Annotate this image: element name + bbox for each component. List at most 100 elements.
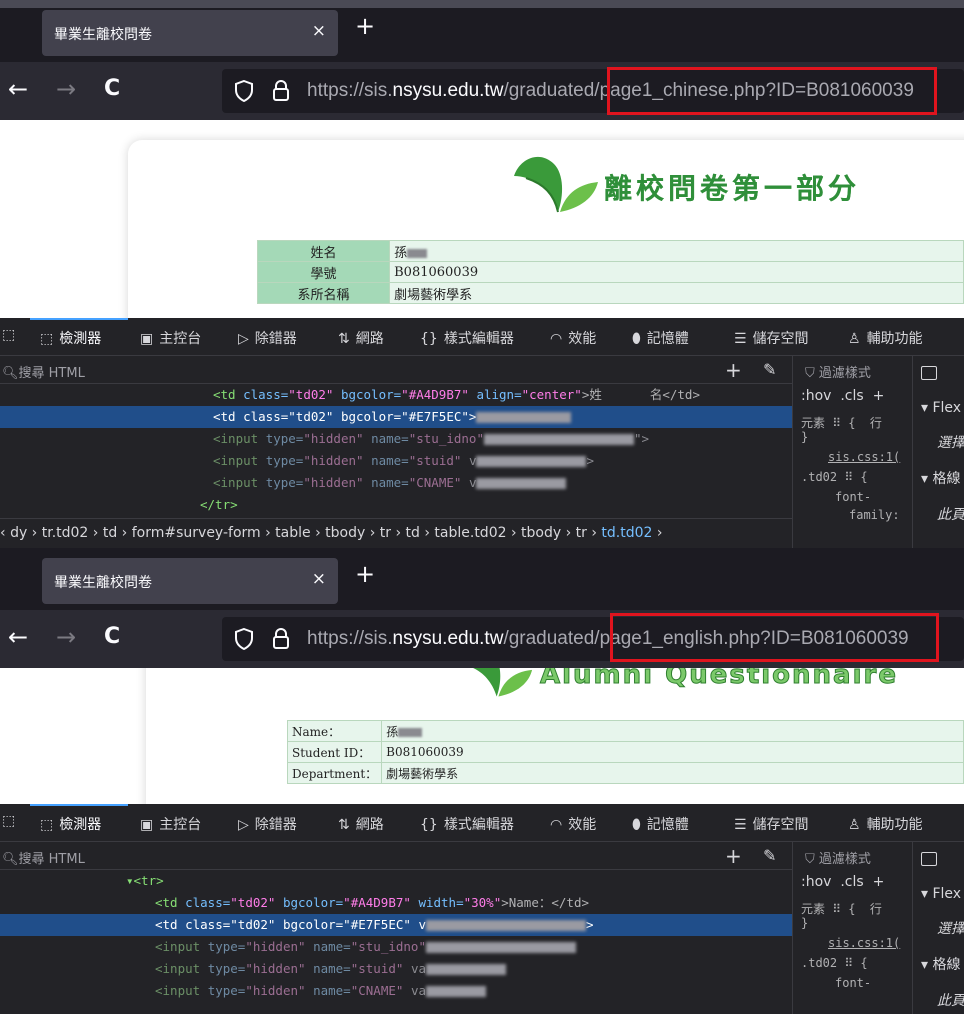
add-rule-button[interactable]: + xyxy=(873,874,885,890)
tab-style-editor[interactable]: {} 樣式編輯器 xyxy=(420,328,514,348)
tab-style-editor[interactable]: {} 樣式編輯器 xyxy=(420,814,514,834)
add-node-button[interactable]: + xyxy=(725,358,742,382)
html-line-selected[interactable]: <td class="td02" bgcolor="#E7F5EC" v > xyxy=(0,914,792,936)
url-text[interactable]: https://sis.nsysu.edu.tw/graduated/page1… xyxy=(307,628,909,650)
cls-toggle[interactable]: .cls xyxy=(840,388,863,404)
html-line[interactable]: </tr> xyxy=(0,494,792,516)
tab-inspector[interactable]: ⬚ 檢測器 xyxy=(40,814,101,834)
new-tab-button[interactable]: + xyxy=(355,14,375,38)
url-text[interactable]: https://sis.nsysu.edu.tw/graduated/page1… xyxy=(307,80,914,102)
url-bar[interactable]: https://sis.nsysu.edu.tw/graduated/page1… xyxy=(222,69,964,113)
tracking-protection-shield-icon[interactable] xyxy=(234,628,254,650)
leaf-logo-icon xyxy=(472,668,533,697)
tab-debugger[interactable]: ▷ 除錯器 xyxy=(238,814,297,834)
html-search-bar[interactable]: 🔍︎搜尋 HTML + ✎ xyxy=(0,842,792,870)
reload-button[interactable]: C xyxy=(104,75,120,103)
tab-accessibility[interactable]: ♙ 輔助功能 xyxy=(848,328,923,348)
td02-rule: .td02 ⠿ { xyxy=(801,470,868,484)
lock-icon[interactable] xyxy=(272,628,290,650)
eyedropper-icon[interactable]: ✎ xyxy=(763,846,776,865)
navigation-bar: ← → C https://sis.nsysu.edu.tw/graduated… xyxy=(0,62,964,120)
tab-performance[interactable]: ◠ 效能 xyxy=(550,328,596,348)
element-picker-icon[interactable]: ⬚ xyxy=(2,327,15,343)
html-search-input[interactable]: 🔍︎搜尋 HTML xyxy=(2,848,85,867)
breadcrumb-item-current[interactable]: td.td02 xyxy=(601,525,652,541)
element-picker-icon[interactable]: ⬚ xyxy=(2,813,15,829)
close-tab-icon[interactable]: × xyxy=(312,21,326,41)
tab-network[interactable]: ⇅ 網路 xyxy=(338,814,384,834)
html-line[interactable]: <td class="td02" bgcolor="#A4D9B7" width… xyxy=(0,892,792,914)
back-button[interactable]: ← xyxy=(8,623,28,651)
hov-toggle[interactable]: :hov xyxy=(801,388,831,404)
flex-section[interactable]: ▾ Flex xyxy=(921,400,961,416)
html-line[interactable]: <input type="hidden" name="CNAME" v xyxy=(0,472,792,494)
html-line[interactable]: <td class="td02" bgcolor="#A4D9B7" align… xyxy=(0,384,792,406)
close-tab-icon[interactable]: × xyxy=(312,569,326,589)
browser-tab[interactable]: 畢業生離校問卷 × xyxy=(42,558,338,604)
html-line[interactable]: <input type="hidden" name="stuid" va xyxy=(0,958,792,980)
tab-memory[interactable]: ⬮ 記憶體 xyxy=(632,328,689,348)
forward-button[interactable]: → xyxy=(56,623,76,651)
tab-network[interactable]: ⇅ 網路 xyxy=(338,328,384,348)
breadcrumb-item[interactable]: td xyxy=(103,525,117,541)
html-line[interactable]: <input type="hidden" name="stuid" v > xyxy=(0,450,792,472)
html-search-bar[interactable]: 🔍︎搜尋 HTML + ✎ xyxy=(0,356,792,384)
tab-performance[interactable]: ◠ 效能 xyxy=(550,814,596,834)
new-tab-button[interactable]: + xyxy=(355,562,375,586)
add-node-button[interactable]: + xyxy=(725,844,742,868)
add-rule-button[interactable]: + xyxy=(873,388,885,404)
cls-toggle[interactable]: .cls xyxy=(840,874,863,890)
layout-panel-icon[interactable] xyxy=(921,852,937,866)
breadcrumb-item[interactable]: tr xyxy=(576,525,587,541)
tab-inspector[interactable]: ⬚ 檢測器 xyxy=(40,328,101,348)
filter-styles-input[interactable]: ⛉ 過濾樣式 xyxy=(793,842,905,870)
element-rule-close: } xyxy=(801,916,809,930)
student-id-value: B081060039 xyxy=(381,741,964,763)
table-row: 姓名孫 xyxy=(256,240,964,262)
tab-console[interactable]: ▣ 主控台 xyxy=(140,328,201,348)
tab-console[interactable]: ▣ 主控台 xyxy=(140,814,201,834)
html-tree: <td class="td02" bgcolor="#A4D9B7" align… xyxy=(0,384,792,516)
grid-section[interactable]: ▾ 格線 xyxy=(921,954,960,974)
breadcrumb-scroll-right-icon[interactable]: › xyxy=(657,525,663,541)
tab-accessibility[interactable]: ♙ 輔助功能 xyxy=(848,814,923,834)
html-line[interactable]: <input type="hidden" name="stu_idno" "> xyxy=(0,428,792,450)
reload-button[interactable]: C xyxy=(104,623,120,651)
eyedropper-icon[interactable]: ✎ xyxy=(763,360,776,379)
back-button[interactable]: ← xyxy=(8,75,28,103)
storage-icon: ☰ xyxy=(734,331,747,347)
breadcrumb-item[interactable]: tr xyxy=(380,525,391,541)
filter-styles-input[interactable]: ⛉ 過濾樣式 xyxy=(793,356,905,384)
breadcrumb-item[interactable]: form#survey-form xyxy=(132,525,261,541)
breadcrumb-item[interactable]: tr.td02 xyxy=(42,525,89,541)
tab-storage[interactable]: ☰ 儲存空間 xyxy=(734,328,809,348)
breadcrumb-scroll-left-icon[interactable]: ‹ xyxy=(0,525,10,541)
url-domain: nsysu.edu.tw xyxy=(392,80,504,101)
tab-title: 畢業生離校問卷 xyxy=(54,27,152,43)
html-line[interactable]: <input type="hidden" name="CNAME" va xyxy=(0,980,792,1002)
tracking-protection-shield-icon[interactable] xyxy=(234,80,254,102)
breadcrumb-item[interactable]: table.td02 xyxy=(434,525,506,541)
stylesheet-link[interactable]: sis.css:1( xyxy=(828,936,900,950)
browser-tab[interactable]: 畢業生離校問卷 × xyxy=(42,10,338,56)
tab-memory[interactable]: ⬮ 記憶體 xyxy=(632,814,689,834)
lock-icon[interactable] xyxy=(272,80,290,102)
flex-section[interactable]: ▾ Flex xyxy=(921,886,961,902)
html-line[interactable]: ▾<tr> xyxy=(0,870,792,892)
hov-toggle[interactable]: :hov xyxy=(801,874,831,890)
breadcrumb-item[interactable]: tbody xyxy=(325,525,365,541)
breadcrumb-item[interactable]: tbody xyxy=(521,525,561,541)
breadcrumb-item[interactable]: table xyxy=(275,525,310,541)
html-line[interactable]: <input type="hidden" name="stu_idno" xyxy=(0,936,792,958)
breadcrumb-item[interactable]: dy xyxy=(10,525,27,541)
tab-debugger[interactable]: ▷ 除錯器 xyxy=(238,328,297,348)
html-line-selected[interactable]: <td class="td02" bgcolor="#E7F5EC"> xyxy=(0,406,792,428)
html-search-input[interactable]: 🔍︎搜尋 HTML xyxy=(2,362,85,381)
stylesheet-link[interactable]: sis.css:1( xyxy=(828,450,900,464)
forward-button[interactable]: → xyxy=(56,75,76,103)
breadcrumb-item[interactable]: td xyxy=(406,525,420,541)
url-bar[interactable]: https://sis.nsysu.edu.tw/graduated/page1… xyxy=(222,617,964,661)
tab-storage[interactable]: ☰ 儲存空間 xyxy=(734,814,809,834)
grid-section[interactable]: ▾ 格線 xyxy=(921,468,960,488)
layout-panel-icon[interactable] xyxy=(921,366,937,380)
